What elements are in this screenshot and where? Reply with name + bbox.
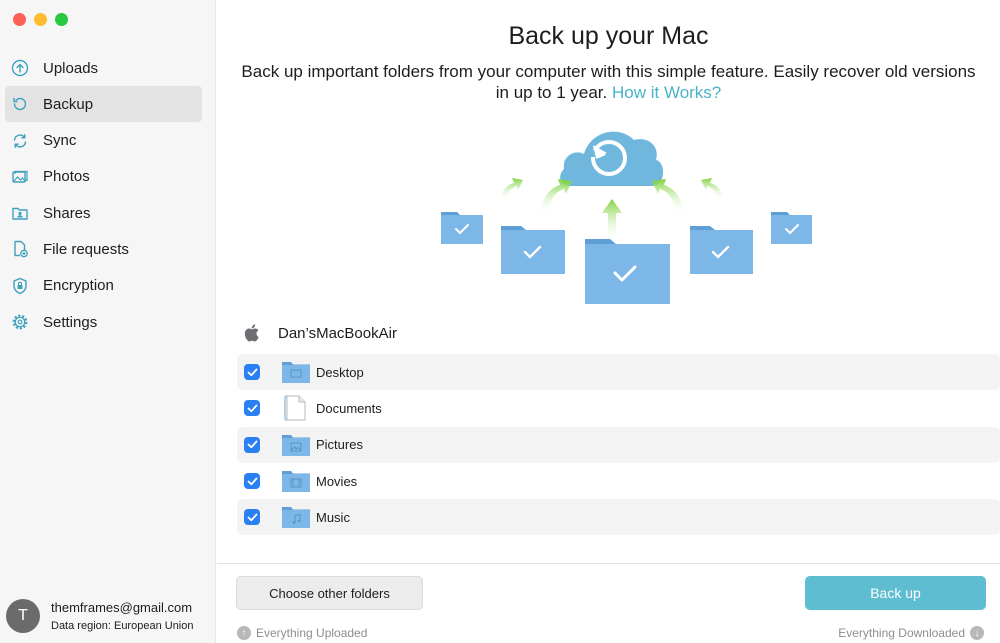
sidebar-item-sync[interactable]: Sync [5,123,202,159]
subtitle-text: Back up important folders from your comp… [241,62,976,102]
folder-row-movies[interactable]: Movies [237,463,1000,499]
sidebar-item-label: Settings [43,313,98,331]
folder-row-documents[interactable]: Documents [237,390,1000,426]
sidebar-item-file-requests[interactable]: File requests [5,231,202,267]
device-name: Dan’sMacBookAir [278,324,397,342]
folder-row-pictures[interactable]: Pictures [237,426,1000,463]
device-header: Dan’sMacBookAir [242,322,397,344]
movies-folder-icon [281,468,311,494]
apple-icon [244,324,259,342]
folder-name: Music [316,509,350,525]
sidebar-item-label: Photos [43,168,90,186]
sidebar-nav: Uploads Backup Sync Photos Shares File r… [5,50,202,340]
sidebar-item-label: File requests [43,240,129,258]
sidebar-item-label: Encryption [43,277,114,295]
account-info[interactable]: T themframes@gmail.com Data region: Euro… [6,599,193,633]
sidebar: Uploads Backup Sync Photos Shares File r… [0,0,216,643]
page-title: Back up your Mac [508,22,709,50]
document-icon [281,395,311,422]
pictures-folder-icon [281,432,311,458]
photos-icon [10,167,30,187]
backup-icon [10,94,30,114]
sidebar-item-label: Uploads [43,59,99,77]
sidebar-item-label: Shares [43,204,91,222]
download-status-icon: ↓ [970,626,984,640]
sidebar-item-encryption[interactable]: Encryption [5,268,202,304]
gear-icon [10,312,30,332]
folder-checkbox[interactable] [244,400,260,417]
upload-icon [10,58,30,78]
upload-status-text: Everything Uploaded [256,626,368,640]
folder-name: Desktop [316,364,364,380]
footer-divider [217,563,1000,564]
sidebar-item-uploads[interactable]: Uploads [5,50,202,86]
how-it-works-link[interactable]: How it Works? [612,83,721,102]
upload-status-icon: ↑ [237,626,251,640]
choose-other-folders-button[interactable]: Choose other folders [236,576,423,610]
sidebar-item-label: Sync [43,132,77,150]
folder-name: Documents [316,400,382,416]
file-requests-icon [10,239,30,259]
sync-icon [10,131,30,151]
back-up-button[interactable]: Back up [805,576,986,610]
folder-icons [441,212,812,304]
data-region: Data region: European Union [51,620,194,632]
sidebar-item-label: Backup [43,95,94,113]
download-status-text: Everything Downloaded [838,626,965,640]
main-content: Back up your Mac Back up important folde… [217,0,1000,643]
cloud-sync-icon [560,131,664,186]
avatar[interactable]: T [6,599,40,633]
zoom-window-button[interactable] [55,13,68,26]
sidebar-item-backup[interactable]: Backup [5,86,202,123]
shares-icon [10,203,30,223]
page-subtitle: Back up important folders from your comp… [237,61,980,103]
close-window-button[interactable] [13,13,26,26]
lock-icon [10,276,30,296]
music-folder-icon [281,504,311,530]
sidebar-item-shares[interactable]: Shares [5,195,202,231]
sidebar-item-photos[interactable]: Photos [5,159,202,195]
desktop-folder-icon [281,359,311,385]
minimize-window-button[interactable] [34,13,47,26]
folder-checkbox[interactable] [244,364,260,381]
folder-checkbox[interactable] [244,509,260,526]
upload-status: ↑ Everything Uploaded [237,626,367,640]
folder-checkbox[interactable] [244,473,260,490]
window-controls [13,13,68,26]
folder-name: Movies [316,473,358,489]
folder-name: Pictures [316,437,363,453]
folder-row-music[interactable]: Music [237,499,1000,536]
backup-illustration [441,131,812,304]
folder-row-desktop[interactable]: Desktop [237,354,1000,391]
sidebar-item-settings[interactable]: Settings [5,304,202,340]
download-status: Everything Downloaded ↓ [838,626,984,640]
folder-checkbox[interactable] [244,436,260,453]
folder-list: Desktop Documents Pictures Movies Music [237,354,1000,536]
account-email: themframes@gmail.com [51,600,193,615]
